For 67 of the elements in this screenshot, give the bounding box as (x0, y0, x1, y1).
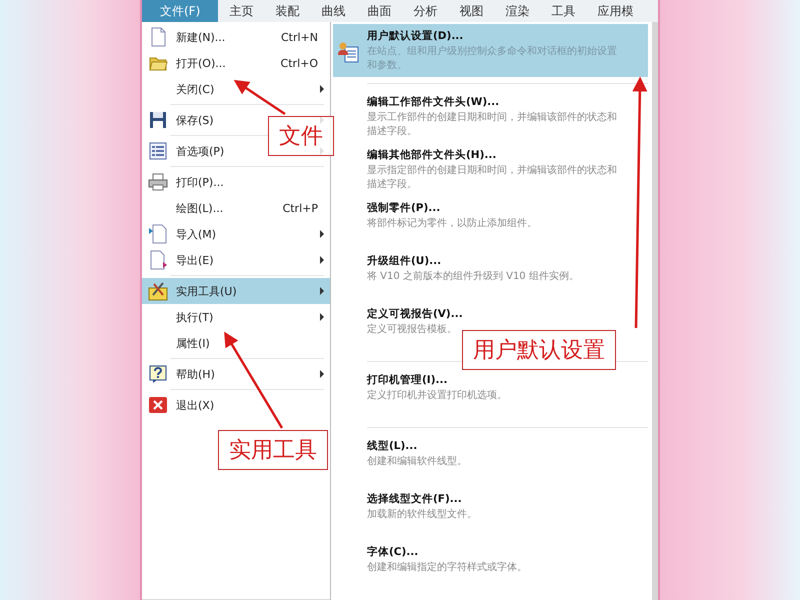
command-title: 用户默认设置(D)... (367, 29, 464, 43)
shortcut-label: Ctrl+P (282, 202, 318, 214)
ribbon-tab[interactable]: 文件(F) (142, 0, 218, 22)
question-mark-icon (148, 364, 168, 384)
printer-icon (148, 172, 168, 192)
command-title: 强制零件(P)... (367, 201, 440, 215)
command-item[interactable]: 选择线型文件(F)... 加载新的软件线型文件。 (333, 487, 648, 540)
command-description: 将 V10 之前版本的组件升级到 V10 组件实例。 (367, 270, 580, 284)
menu-item[interactable]: 打印(P)... (142, 169, 330, 195)
command-title: 定义可视报告(V)... (367, 307, 463, 321)
menu-item[interactable]: 帮助(H) (142, 361, 330, 387)
command-item[interactable]: 强制零件(P)... 将部件标记为零件，以防止添加组件。 (333, 196, 648, 249)
command-item[interactable]: 编辑其他部件文件头(H)... 显示指定部件的创建日期和时间，并编辑该部件的状态和描述字段。 (333, 143, 648, 196)
list-icon (148, 141, 168, 161)
ribbon-tab[interactable]: 主页 (218, 0, 264, 22)
command-item[interactable]: 用户默认设置(D)... 在站点、组和用户级别控制众多命令和对话框的初始设置和参数。 (333, 24, 648, 77)
menu-item[interactable]: 导出(E) (142, 247, 330, 273)
ribbon-tab[interactable]: 分析 (402, 0, 448, 22)
command-description: 在站点、组和用户级别控制众多命令和对话框的初始设置和参数。 (367, 45, 617, 73)
callout-tooltip: 用户默认设置 (462, 330, 616, 370)
document-arrow-icon (148, 224, 168, 244)
callout-tooltip: 实用工具 (218, 430, 328, 470)
command-item[interactable]: 打印机管理(I)... 定义打印机并设置打印机选项。 (333, 368, 648, 421)
document-arrow-icon (148, 250, 168, 270)
command-description: 定义打印机并设置打印机选项。 (367, 389, 508, 403)
user-list-icon (337, 41, 359, 63)
ribbon-tab[interactable]: 应用模 (586, 0, 644, 22)
menu-item[interactable]: 实用工具(U) (142, 278, 330, 304)
command-item[interactable]: 升级组件(U)... 将 V10 之前版本的组件升级到 V10 组件实例。 (333, 249, 648, 302)
shortcut-label: Ctrl+N (280, 30, 318, 44)
toolbox-icon (148, 281, 168, 301)
annotation-arrow (234, 80, 286, 116)
menu-item[interactable]: 执行(T) (142, 304, 330, 330)
command-title: 线型(L)... (367, 439, 418, 453)
ribbon-tab[interactable]: 渲染 (494, 0, 540, 22)
ribbon-tab[interactable]: 视图 (448, 0, 494, 22)
command-description: 创建和编辑指定的字符样式或字体。 (367, 561, 528, 575)
ribbon-tab[interactable]: 装配 (264, 0, 310, 22)
command-description: 显示工作部件的创建日期和时间，并编辑该部件的状态和描述字段。 (367, 111, 617, 139)
callout-tooltip: 文件 (268, 116, 334, 156)
command-item[interactable]: 编辑工作部件文件头(W)... 显示工作部件的创建日期和时间，并编辑该部件的状态和描述字段。 (333, 90, 648, 143)
menu-item[interactable]: 关闭(C) (142, 76, 330, 102)
ribbon-tab[interactable]: 曲面 (356, 0, 402, 22)
command-description: 显示指定部件的创建日期和时间，并编辑该部件的状态和描述字段。 (367, 164, 617, 192)
command-title: 打印机管理(I)... (367, 373, 448, 387)
menu-item[interactable]: 导入(M) (142, 221, 330, 247)
command-title: 编辑其他部件文件头(H)... (367, 148, 496, 162)
command-title: 字体(C)... (367, 545, 418, 559)
ribbon-tab[interactable]: 曲线 (310, 0, 356, 22)
menu-item[interactable]: 新建(N)... Ctrl+N (142, 24, 330, 50)
command-description: 定义可视报告模板。 (367, 323, 458, 337)
scrollbar[interactable] (652, 22, 658, 600)
close-icon (148, 395, 168, 415)
command-description: 将部件标记为零件，以防止添加组件。 (367, 217, 538, 231)
menu-item[interactable]: 退出(X) (142, 392, 330, 418)
command-description: 创建和编辑软件线型。 (367, 455, 468, 469)
command-title: 编辑工作部件文件头(W)... (367, 95, 500, 109)
ribbon-tab[interactable]: 工具 (540, 0, 586, 22)
shortcut-label: Ctrl+O (280, 56, 318, 70)
command-title: 选择线型文件(F)... (367, 492, 462, 506)
command-item[interactable]: 字体(C)... 创建和编辑指定的字符样式或字体。 (333, 540, 648, 593)
menu-item[interactable]: 打开(O)... Ctrl+O (142, 50, 330, 76)
command-item[interactable]: 线型(L)... 创建和编辑软件线型。 (333, 434, 648, 487)
menu-item[interactable]: 属性(I) (142, 330, 330, 356)
command-title: 升级组件(U)... (367, 254, 442, 268)
menu-item[interactable]: 绘图(L)... Ctrl+P (142, 195, 330, 221)
command-description: 加载新的软件线型文件。 (367, 508, 478, 522)
